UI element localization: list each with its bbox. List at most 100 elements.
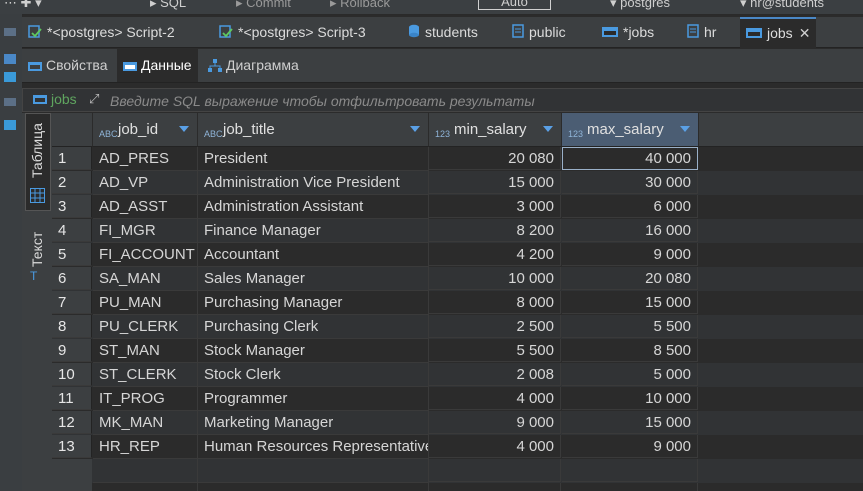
panel-icon[interactable] [4,120,16,130]
cell-min-salary[interactable] [429,483,561,491]
cell-max-salary[interactable]: 5 500 [562,315,698,338]
table-row[interactable]: 8 PU_CLERK Purchasing Clerk 2 500 5 500 [52,315,863,339]
cell-min-salary[interactable]: 15 000 [429,171,561,194]
cell-max-salary[interactable]: 9 000 [562,243,698,266]
cell-job-id[interactable]: AD_PRES [93,147,198,171]
table-row[interactable]: 2 AD_VP Administration Vice President 15 00… [52,171,863,195]
tab-script-3[interactable]: *<postgres> Script-3 [219,17,366,47]
toolbar-icons[interactable]: ⋯ ✚ ▾ [4,0,42,11]
sql-editor-button[interactable]: ▸ SQL [150,0,186,11]
tab-hr[interactable]: hr [687,17,716,47]
cell-job-id[interactable] [93,459,198,483]
tab-script-2[interactable]: *<postgres> Script-2 [28,17,175,47]
cell-job-title[interactable]: Stock Manager [198,339,429,363]
cell-max-salary[interactable] [562,483,698,491]
cell-job-id[interactable]: PU_CLERK [93,315,198,339]
tab-text-view[interactable]: Текст T [25,219,49,283]
table-row[interactable] [52,483,863,491]
cell-job-title[interactable]: Administration Vice President [198,171,429,195]
close-icon[interactable]: ✕ [799,25,811,41]
tab-data[interactable]: Данные [117,49,198,82]
cell-job-id[interactable]: FI_ACCOUNT [93,243,198,267]
tab-table-view[interactable]: Таблица [25,113,51,211]
cell-min-salary[interactable]: 3 000 [429,195,561,218]
cell-max-salary[interactable]: 20 080 [562,267,698,290]
cell-max-salary[interactable]: 10 000 [562,387,698,410]
tab-diagram[interactable]: Диаграмма [208,49,299,82]
row-number-header[interactable] [52,113,93,147]
cell-job-title[interactable]: Marketing Manager [198,411,429,435]
sort-dropdown-icon[interactable] [543,126,553,132]
cell-max-salary[interactable]: 9 000 [562,435,698,458]
column-header-job-title[interactable]: ABC job_title [198,113,429,147]
cell-min-salary[interactable]: 20 080 [429,147,561,170]
outline-icon[interactable] [4,98,16,106]
cell-job-title[interactable]: Sales Manager [198,267,429,291]
cell-min-salary[interactable]: 5 500 [429,339,561,362]
sort-dropdown-icon[interactable] [179,126,189,132]
tab-properties[interactable]: Свойства [28,49,113,82]
cell-max-salary[interactable]: 6 000 [562,195,698,218]
column-header-max-salary[interactable]: 123 max_salary [562,113,699,147]
expand-icon[interactable]: ⤢ [89,91,99,107]
cell-job-title[interactable]: Purchasing Manager [198,291,429,315]
cell-min-salary[interactable] [429,459,561,482]
project-icon[interactable] [4,54,16,64]
tab-jobs[interactable]: jobs ✕ [740,17,817,48]
cell-job-title[interactable]: President [198,147,429,171]
cell-job-id[interactable]: PU_MAN [93,291,198,315]
cell-job-title[interactable] [198,483,429,491]
table-row[interactable]: 9 ST_MAN Stock Manager 5 500 8 500 [52,339,863,363]
cell-job-id[interactable]: AD_ASST [93,195,198,219]
cell-max-salary[interactable]: 40 000 [562,147,698,170]
table-row[interactable]: 7 PU_MAN Purchasing Manager 8 000 15 000 [52,291,863,315]
cell-job-id[interactable]: FI_MGR [93,219,198,243]
cell-job-title[interactable]: Purchasing Clerk [198,315,429,339]
sort-dropdown-icon[interactable] [680,126,690,132]
column-header-job-id[interactable]: ABC job_id [93,113,198,147]
cell-job-id[interactable]: IT_PROG [93,387,198,411]
cell-job-id[interactable]: AD_VP [93,171,198,195]
table-row[interactable] [52,459,863,483]
sort-dropdown-icon[interactable] [410,126,420,132]
table-row[interactable]: 13 HR_REP Human Resources Representative 4 … [52,435,863,459]
tab-students[interactable]: students [408,17,478,47]
cell-job-id[interactable] [93,483,198,491]
tab-jobs-modified[interactable]: *jobs [602,17,654,47]
table-row[interactable]: 10 ST_CLERK Stock Clerk 2 008 5 000 [52,363,863,387]
projects-icon[interactable] [4,72,16,82]
cell-min-salary[interactable]: 4 000 [429,435,561,458]
table-row[interactable]: 11 IT_PROG Programmer 4 000 10 000 [52,387,863,411]
cell-job-title[interactable]: Finance Manager [198,219,429,243]
cell-job-title[interactable] [198,459,429,483]
cell-min-salary[interactable]: 9 000 [429,411,561,434]
cell-job-id[interactable]: ST_CLERK [93,363,198,387]
transaction-mode-select[interactable]: Auto [478,0,551,10]
datasource-selector[interactable]: ▾ postgres [610,0,670,11]
cell-min-salary[interactable]: 2 008 [429,363,561,386]
table-row[interactable]: 5 FI_ACCOUNT Accountant 4 200 9 000 [52,243,863,267]
cell-min-salary[interactable]: 4 000 [429,387,561,410]
database-navigator-icon[interactable] [4,28,16,36]
cell-max-salary[interactable]: 8 500 [562,339,698,362]
cell-min-salary[interactable]: 8 200 [429,219,561,242]
cell-max-salary[interactable] [562,459,698,482]
cell-job-id[interactable]: MK_MAN [93,411,198,435]
connection-selector[interactable]: ▾ hr@students [740,0,824,11]
column-header-min-salary[interactable]: 123 min_salary [429,113,562,147]
cell-max-salary[interactable]: 30 000 [562,171,698,194]
cell-job-title[interactable]: Programmer [198,387,429,411]
cell-job-title[interactable]: Human Resources Representative [198,435,429,459]
table-row[interactable]: 3 AD_ASST Administration Assistant 3 000 6 0… [52,195,863,219]
cell-job-id[interactable]: SA_MAN [93,267,198,291]
cell-job-id[interactable]: HR_REP [93,435,198,459]
cell-min-salary[interactable]: 10 000 [429,267,561,290]
table-row[interactable]: 12 MK_MAN Marketing Manager 9 000 15 000 [52,411,863,435]
rollback-button[interactable]: ▸ Rollback [330,0,390,11]
commit-button[interactable]: ▸ Commit [236,0,291,11]
cell-job-title[interactable]: Accountant [198,243,429,267]
cell-max-salary[interactable]: 15 000 [562,411,698,434]
cell-min-salary[interactable]: 2 500 [429,315,561,338]
cell-min-salary[interactable]: 4 200 [429,243,561,266]
cell-max-salary[interactable]: 15 000 [562,291,698,314]
